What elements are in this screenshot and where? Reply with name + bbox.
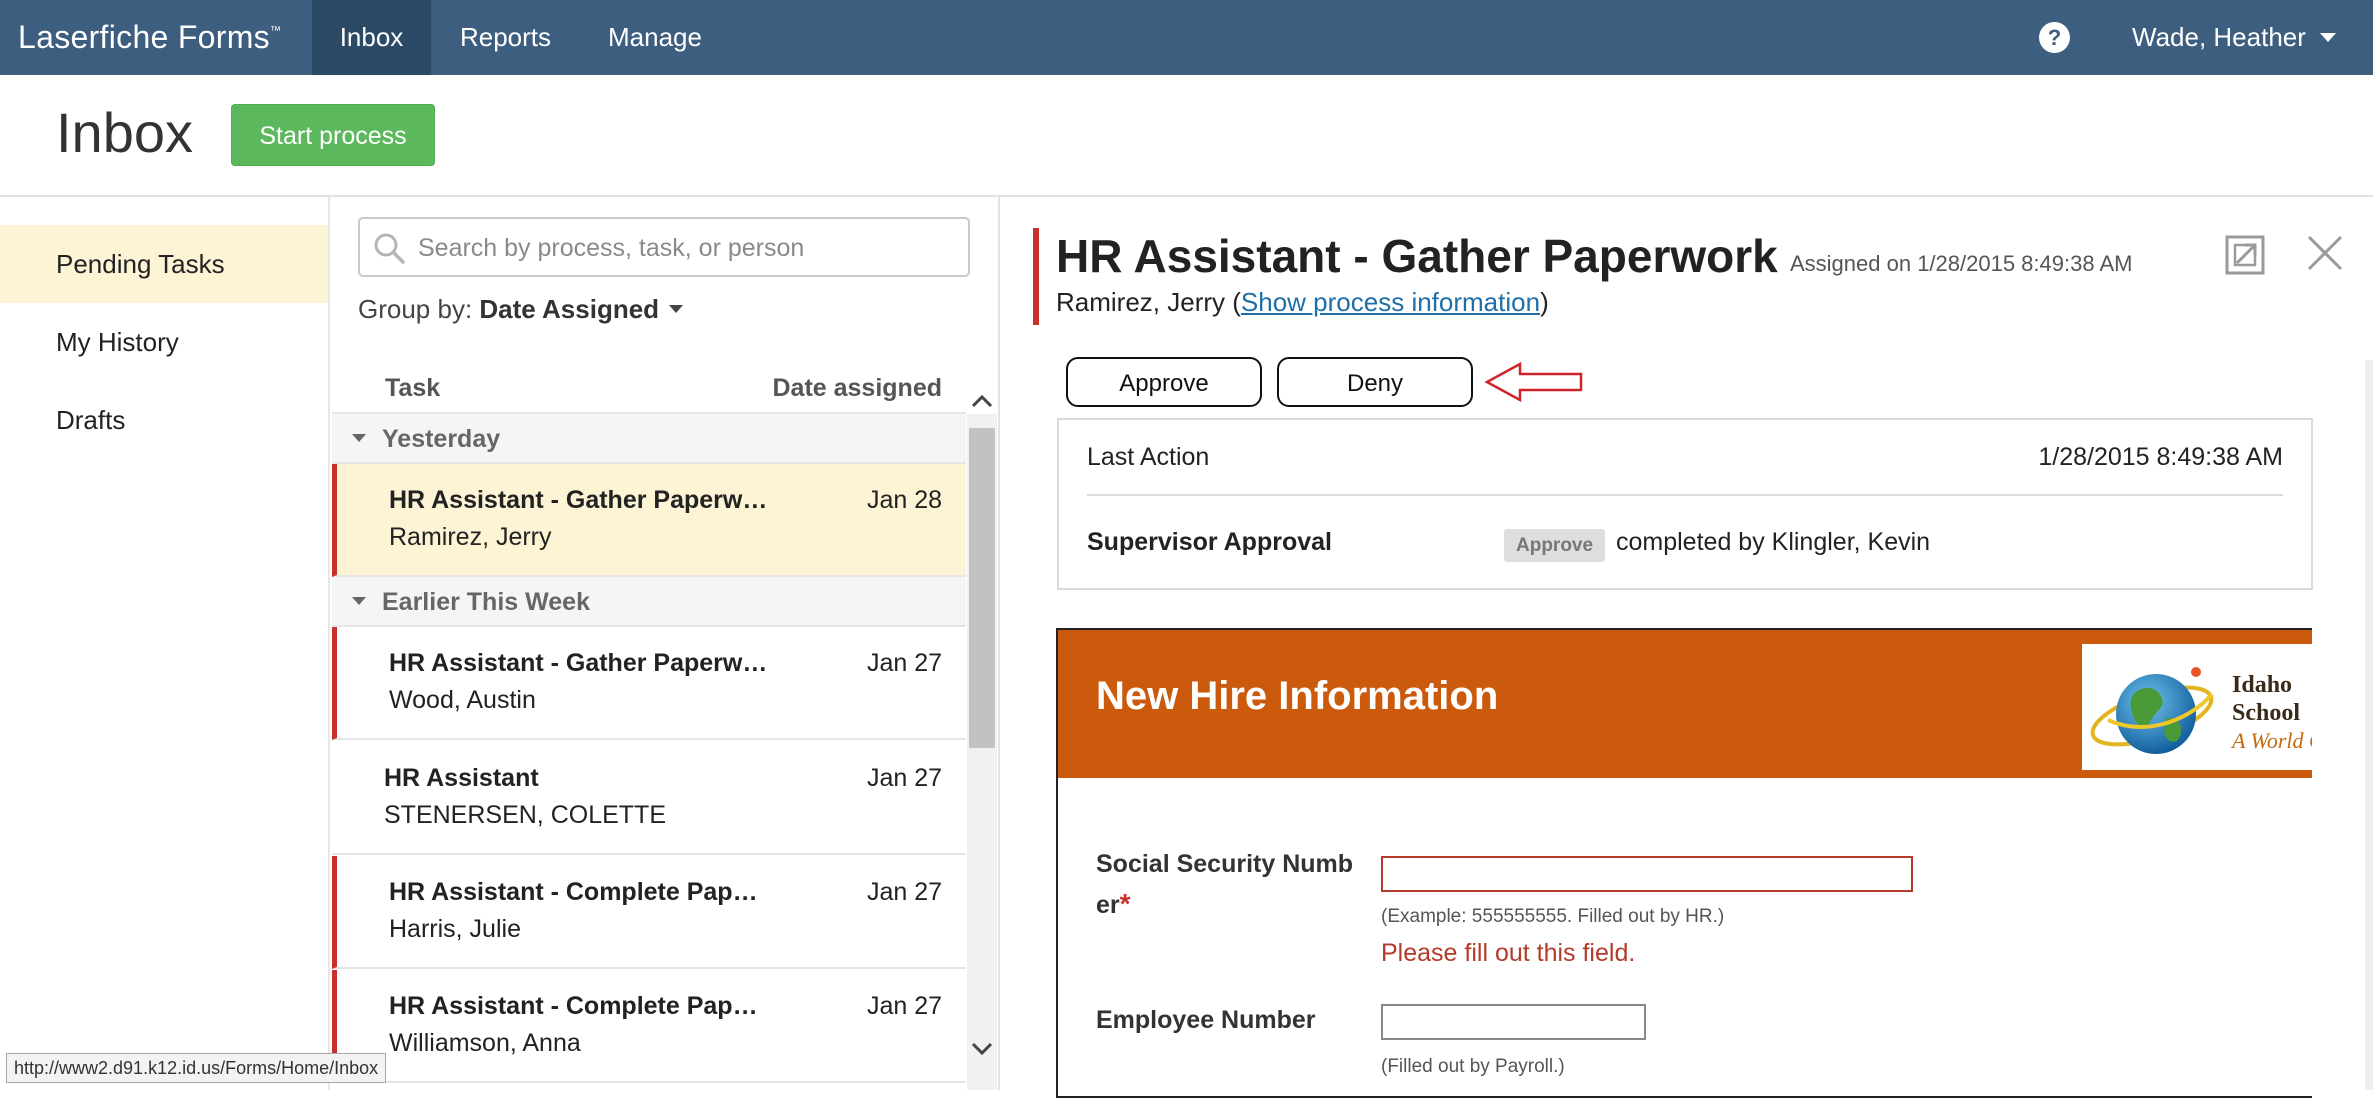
sidebar-item-drafts[interactable]: Drafts	[0, 381, 328, 459]
form-banner: New Hire Information Idaho School A Worl…	[1058, 630, 2312, 778]
start-process-button[interactable]: Start process	[231, 104, 435, 166]
task-date: Jan 27	[866, 649, 942, 677]
last-action-label: Last Action	[1087, 443, 1210, 471]
task-flag-bar	[1033, 228, 1039, 325]
employee-number-field[interactable]	[1381, 1004, 1646, 1040]
task-detail-title: HR Assistant - Gather Paperwork	[1056, 230, 1778, 282]
popout-icon[interactable]	[2223, 233, 2267, 277]
ssn-label-line2: er	[1096, 891, 1120, 919]
help-icon[interactable]: ?	[2039, 22, 2070, 53]
nav-tab-reports[interactable]: Reports	[431, 0, 580, 75]
search-icon	[374, 233, 405, 264]
task-person: Ramirez, Jerry	[389, 523, 552, 551]
collapse-triangle-icon	[352, 597, 366, 605]
trademark-mark: ™	[270, 25, 282, 37]
sidebar-item-my-history[interactable]: My History	[0, 303, 328, 381]
ssn-field[interactable]	[1381, 856, 1913, 892]
chevron-down-icon	[669, 305, 684, 314]
last-action-time: 1/28/2015 8:49:38 AM	[2038, 443, 2283, 471]
task-name: HR Assistant - Complete Paperwork	[389, 992, 769, 1020]
chevron-down-icon	[2319, 32, 2336, 42]
task-date: Jan 27	[866, 764, 942, 792]
group-by-label: Group by:	[358, 294, 473, 324]
task-person: Williamson, Anna	[389, 1029, 581, 1057]
step-name: Supervisor Approval	[1087, 528, 1332, 556]
task-person: Wood, Austin	[389, 686, 536, 714]
search-input[interactable]	[416, 227, 960, 269]
task-date: Jan 28	[866, 486, 942, 514]
required-marker: *	[1119, 888, 1131, 919]
show-process-information-link[interactable]: Show process information	[1241, 287, 1540, 317]
task-person: STENERSEN, COLETTE	[384, 801, 666, 829]
paren-close: )	[1540, 287, 1549, 317]
employee-number-label: Employee Number	[1096, 1006, 1316, 1034]
ssn-label: Social Security Numb er*	[1096, 844, 1353, 925]
app-brand-name: Laserfiche Forms	[18, 19, 270, 55]
detail-scrollbar[interactable]	[2365, 360, 2373, 1090]
group-header-yesterday[interactable]: Yesterday	[332, 414, 966, 464]
task-name: HR Assistant - Gather Paperwork	[389, 649, 769, 677]
task-name: HR Assistant - Gather Paperwork	[389, 486, 769, 514]
scrollbar-thumb[interactable]	[969, 428, 995, 748]
app-logo[interactable]: Laserfiche Forms™	[18, 17, 281, 57]
logo-tagline: A World C	[2232, 728, 2312, 753]
task-row[interactable]: HR Assistant - Gather Paperwork Jan 27 W…	[332, 627, 966, 740]
group-label: Earlier This Week	[382, 588, 590, 616]
form-preview: New Hire Information Idaho School A Worl…	[1056, 628, 2312, 1098]
collapse-triangle-icon	[352, 434, 366, 442]
task-name: HR Assistant	[384, 764, 539, 792]
task-list-header: Task Date assigned	[332, 364, 966, 414]
red-arrow-annotation-icon	[1484, 361, 1583, 403]
status-bar-url: http://www2.d91.k12.id.us/Forms/Home/Inb…	[6, 1053, 387, 1083]
employee-number-help-text: (Filled out by Payroll.)	[1381, 1056, 1565, 1077]
task-detail-subtitle: Ramirez, Jerry (Show process information…	[1056, 287, 1549, 318]
task-row[interactable]: HR Assistant Jan 27 STENERSEN, COLETTE	[332, 742, 966, 855]
task-date: Jan 27	[866, 992, 942, 1020]
scroll-up-chevron-icon[interactable]	[967, 388, 997, 414]
nav-tab-manage[interactable]: Manage	[580, 0, 730, 75]
logo-text: Idaho	[2232, 672, 2293, 698]
district-logo: Idaho School A World C	[2082, 644, 2312, 770]
close-icon[interactable]	[2305, 233, 2345, 273]
globe-logo-icon	[2090, 667, 2214, 754]
status-badge: Approve	[1504, 529, 1606, 562]
user-name: Wade, Heather	[2132, 22, 2306, 52]
nav-tab-inbox[interactable]: Inbox	[312, 0, 431, 75]
top-nav-bar: Laserfiche Forms™ Inbox Reports Manage ?…	[0, 0, 2373, 75]
form-title: New Hire Information	[1096, 674, 1499, 718]
task-row[interactable]: HR Assistant - Complete Paperwork Jan 27…	[332, 970, 966, 1083]
sidebar: Pending Tasks My History Drafts	[0, 197, 330, 1090]
page-title: Inbox	[56, 101, 193, 164]
divider	[1087, 494, 2283, 496]
ssn-label-line1: Social Security Numb	[1096, 850, 1354, 878]
ssn-help-text: (Example: 555555555. Filled out by HR.)	[1381, 906, 1725, 927]
task-person: Harris, Julie	[389, 915, 521, 943]
sidebar-item-pending-tasks[interactable]: Pending Tasks	[0, 225, 328, 303]
paren-open: (	[1232, 287, 1241, 317]
logo-text: School	[2232, 700, 2301, 726]
group-by-value[interactable]: Date Assigned	[479, 294, 659, 324]
group-header-earlier-this-week[interactable]: Earlier This Week	[332, 577, 966, 627]
ssn-error-message: Please fill out this field.	[1381, 939, 1636, 967]
group-by-control[interactable]: Group by: Date Assigned	[358, 294, 684, 325]
group-label: Yesterday	[382, 425, 501, 453]
last-action-panel: Last Action 1/28/2015 8:49:38 AM Supervi…	[1057, 418, 2313, 590]
approve-button[interactable]: Approve	[1066, 357, 1262, 407]
assigned-on-timestamp: Assigned on 1/28/2015 8:49:38 AM	[1790, 251, 2133, 276]
scroll-down-chevron-icon[interactable]	[967, 1036, 997, 1062]
task-initiator: Ramirez, Jerry	[1056, 287, 1226, 317]
user-menu[interactable]: Wade, Heather	[2132, 0, 2336, 75]
step-result: completed by Klingler, Kevin	[1616, 528, 1931, 556]
task-date: Jan 27	[866, 878, 942, 906]
deny-button[interactable]: Deny	[1277, 357, 1473, 407]
task-name: HR Assistant - Complete Paperwork	[389, 878, 769, 906]
column-header-task[interactable]: Task	[385, 374, 440, 403]
task-row[interactable]: HR Assistant - Complete Paperwork Jan 27…	[332, 856, 966, 969]
task-row[interactable]: HR Assistant - Gather Paperwork Jan 28 R…	[332, 464, 966, 577]
search-box[interactable]	[358, 217, 970, 277]
column-header-date-assigned[interactable]: Date assigned	[772, 374, 942, 403]
